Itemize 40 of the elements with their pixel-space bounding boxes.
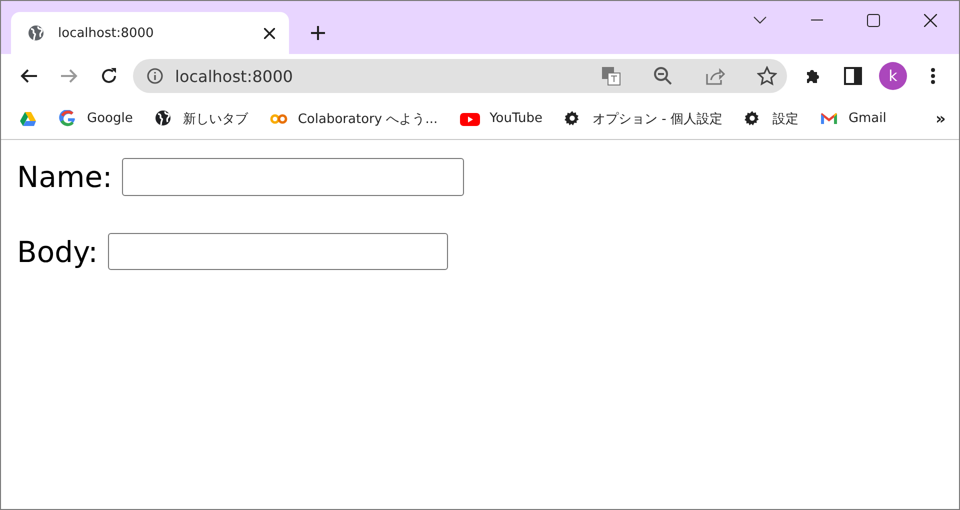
chevron-down-icon bbox=[752, 16, 766, 24]
bookmark[interactable]: Google bbox=[59, 110, 133, 128]
info-icon bbox=[147, 68, 163, 84]
plus-icon bbox=[310, 25, 326, 41]
side-panel-icon bbox=[844, 67, 862, 85]
close-icon bbox=[264, 28, 274, 38]
reload-icon bbox=[100, 67, 118, 85]
globe-icon bbox=[28, 25, 44, 41]
translate-icon[interactable] bbox=[601, 66, 621, 86]
bookmark[interactable]: 新しいタブ bbox=[154, 110, 248, 128]
bookmark[interactable]: YouTube bbox=[460, 110, 542, 128]
bookmark[interactable]: オプション - 個人設定 bbox=[564, 110, 722, 128]
browser-tab[interactable]: localhost:8000 bbox=[11, 12, 289, 54]
forward-arrow-icon bbox=[60, 68, 78, 84]
drive-icon bbox=[19, 110, 37, 128]
star-icon[interactable] bbox=[757, 66, 777, 86]
url-text: localhost:8000 bbox=[175, 66, 293, 86]
zoom-out-icon[interactable] bbox=[653, 66, 673, 86]
bookmark[interactable]: 設定 bbox=[744, 110, 798, 128]
bookmarks-overflow-button[interactable]: » bbox=[930, 109, 951, 128]
maximize-icon bbox=[867, 14, 880, 26]
share-icon[interactable] bbox=[705, 66, 725, 86]
google-g-icon bbox=[59, 110, 77, 128]
field-label: Body: bbox=[17, 234, 98, 268]
globe-icon bbox=[154, 110, 173, 128]
back-arrow-icon bbox=[20, 68, 38, 84]
puzzle-piece-icon bbox=[804, 67, 822, 85]
tab-title: localhost:8000 bbox=[58, 26, 154, 40]
bookmark[interactable]: Colaboratory へよう... bbox=[270, 110, 438, 128]
field-label: Name: bbox=[17, 160, 112, 194]
profile-avatar[interactable]: k bbox=[879, 62, 907, 90]
bookmark[interactable]: Gmail bbox=[820, 110, 886, 128]
tab-close-button[interactable] bbox=[261, 25, 277, 41]
close-icon bbox=[924, 14, 937, 26]
address-bar[interactable]: localhost:8000 bbox=[133, 59, 787, 93]
menu-icon bbox=[931, 68, 935, 84]
minimize-icon bbox=[810, 19, 822, 21]
input-field[interactable] bbox=[108, 233, 448, 270]
input-field[interactable] bbox=[122, 158, 464, 196]
bookmark[interactable] bbox=[19, 110, 37, 128]
